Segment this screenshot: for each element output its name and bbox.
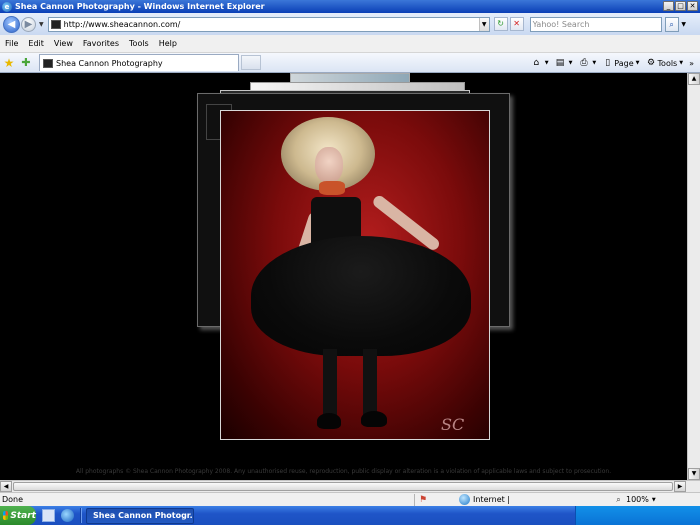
feeds-button[interactable]: ▤ ▼ (555, 58, 573, 69)
address-url[interactable]: http://www.sheacannon.com/ (64, 20, 479, 29)
ie-app-icon: e (2, 1, 12, 12)
tab-shea-cannon-photography[interactable]: Shea Cannon Photography (39, 54, 239, 71)
zoom-icon: ⌕ (616, 495, 621, 504)
taskbar-divider (80, 508, 82, 523)
menu-bar: File Edit View Favorites Tools Help (0, 35, 700, 53)
status-bar: Done ⚑ Internet | ⌕ 100% ▼ (0, 492, 700, 506)
zoom-control[interactable]: ⌕ 100% ▼ (613, 494, 656, 505)
protected-mode-icon[interactable]: ⚑ (417, 494, 429, 506)
tab-label: Shea Cannon Photography (56, 58, 163, 68)
address-toolbar: ◀ ▶ ▼ http://www.sheacannon.com/ ▼ ↻ ✕ Y… (0, 13, 700, 35)
tab-favicon-icon (43, 58, 53, 68)
home-icon: ⌂ (533, 57, 540, 68)
page-menu-label: Page (614, 58, 634, 68)
new-tab-button[interactable] (241, 55, 261, 70)
tools-menu-label: Tools (657, 58, 678, 68)
menu-help[interactable]: Help (154, 39, 182, 48)
site-favicon-icon (50, 19, 61, 29)
taskbar-window-label: Shea Cannon Photogr... (93, 511, 194, 520)
gallery-main-photo[interactable]: SC (220, 110, 490, 440)
system-tray (575, 506, 700, 525)
start-label: Start (10, 510, 36, 521)
window-title: Shea Cannon Photography - Windows Intern… (15, 2, 265, 11)
search-options-dropdown[interactable]: ▼ (680, 21, 688, 28)
command-bar: ⌂ ▼ ▤ ▼ ⎙ ▼ ▯ Page ▼ ⚙ Tools ▼ » (531, 53, 700, 73)
watermark-logo: SC (441, 415, 465, 434)
title-bar: e Shea Cannon Photography - Windows Inte… (0, 0, 700, 13)
zoom-dropdown[interactable]: ▼ (652, 497, 656, 503)
scroll-down-button[interactable]: ▼ (688, 468, 700, 480)
search-icon: ⌕ (669, 19, 674, 29)
recent-pages-dropdown[interactable]: ▼ (39, 21, 44, 28)
status-divider (414, 493, 415, 506)
photo-subject-leg (363, 349, 377, 419)
scroll-right-button[interactable]: ▶ (674, 481, 686, 492)
page-icon: ▯ (605, 57, 611, 68)
refresh-button[interactable]: ↻ (493, 17, 508, 31)
menu-edit[interactable]: Edit (23, 39, 49, 48)
show-desktop-icon[interactable] (42, 509, 55, 522)
menu-tools[interactable]: Tools (124, 39, 154, 48)
forward-arrow-icon: ▶ (24, 18, 33, 30)
start-button[interactable]: Start (0, 506, 36, 525)
scrollbar-corner (687, 481, 700, 492)
photo-subject-leg (323, 349, 337, 419)
photo-subject-dress (251, 236, 471, 356)
photo-subject-shoe (317, 413, 341, 429)
copyright-notice: All photographs © Shea Cannon Photograph… (75, 468, 612, 475)
address-field[interactable]: http://www.sheacannon.com/ ▼ (47, 16, 490, 32)
page-menu-button[interactable]: ▯ Page ▼ (602, 58, 639, 69)
forward-button[interactable]: ▶ (21, 16, 36, 32)
back-button[interactable]: ◀ (3, 15, 20, 33)
maximize-button[interactable]: □ (675, 1, 686, 11)
photo-subject-shoe (361, 411, 387, 427)
refresh-icon: ↻ (497, 19, 504, 28)
stop-icon: ✕ (513, 19, 520, 28)
windows-logo-icon (3, 511, 9, 520)
minimize-button[interactable]: _ (663, 1, 674, 11)
search-button[interactable]: ⌕ (664, 16, 679, 32)
home-button[interactable]: ⌂ ▼ (531, 57, 548, 69)
scroll-left-button[interactable]: ◀ (0, 481, 12, 492)
vertical-scrollbar[interactable]: ▲ ▼ (687, 73, 700, 480)
taskbar-window-button[interactable]: Shea Cannon Photogr... (86, 507, 194, 524)
horizontal-scroll-thumb[interactable] (13, 482, 673, 491)
favorites-star-icon[interactable]: ★ (2, 56, 16, 70)
quick-launch-ie-icon[interactable] (61, 509, 74, 522)
address-dropdown-button[interactable]: ▼ (478, 17, 489, 31)
windows-taskbar: Start Shea Cannon Photogr... (0, 506, 700, 525)
status-text: Done (2, 495, 24, 504)
back-arrow-icon: ◀ (7, 18, 16, 30)
scroll-up-button[interactable]: ▲ (688, 73, 700, 85)
chevron-more-icon[interactable]: » (689, 59, 694, 68)
tools-gear-icon: ⚙ (646, 57, 656, 68)
add-favorites-icon[interactable]: ✚ (19, 56, 33, 70)
print-button[interactable]: ⎙ ▼ (578, 58, 596, 69)
menu-file[interactable]: File (0, 39, 23, 48)
close-button[interactable]: ✕ (687, 1, 698, 11)
security-zone[interactable]: Internet | (459, 494, 609, 505)
print-icon: ⎙ (580, 57, 588, 68)
tools-menu-button[interactable]: ⚙ Tools ▼ (646, 57, 683, 69)
menu-view[interactable]: View (49, 39, 78, 48)
internet-zone-icon (459, 494, 470, 505)
window-controls: _ □ ✕ (663, 1, 698, 11)
stop-button[interactable]: ✕ (509, 17, 524, 31)
horizontal-scrollbar[interactable]: ◀ ▶ (0, 480, 700, 492)
zoom-level: 100% (626, 495, 649, 504)
feeds-icon: ▤ (555, 57, 565, 68)
tab-bar: ★ ✚ Shea Cannon Photography ⌂ ▼ ▤ ▼ ⎙ ▼ ▯ Pa… (0, 53, 700, 73)
photo-subject-face (315, 147, 343, 183)
search-input[interactable]: Yahoo! Search (529, 16, 662, 32)
security-zone-label: Internet | (473, 495, 511, 504)
page-content: SC All photographs © Shea Cannon Photogr… (0, 73, 687, 480)
photo-subject-scarf (319, 181, 345, 195)
menu-favorites[interactable]: Favorites (78, 39, 124, 48)
